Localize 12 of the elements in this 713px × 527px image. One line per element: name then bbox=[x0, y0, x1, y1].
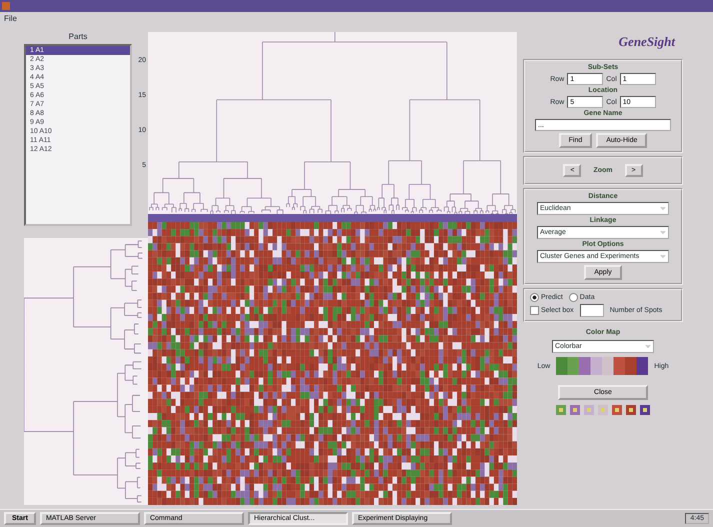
app-icon bbox=[2, 2, 10, 10]
checkbox[interactable] bbox=[530, 306, 539, 315]
spots-field[interactable] bbox=[580, 304, 604, 317]
radio-button[interactable] bbox=[568, 293, 578, 302]
toolbar-icon[interactable] bbox=[611, 404, 623, 416]
radio-button[interactable] bbox=[530, 293, 539, 302]
toolbar-icon[interactable] bbox=[639, 404, 651, 416]
toolbar-icon[interactable] bbox=[625, 404, 637, 416]
toolbar-icon[interactable] bbox=[569, 404, 581, 416]
parts-label: Parts bbox=[68, 32, 88, 41]
menu-item[interactable]: File bbox=[4, 14, 17, 22]
app-logo: GeneSight bbox=[618, 33, 676, 51]
